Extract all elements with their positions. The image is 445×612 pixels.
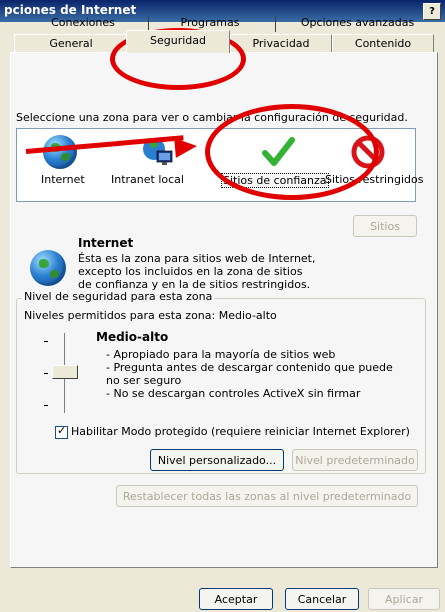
cancel-button[interactable]: Cancelar — [285, 588, 359, 610]
level-bullet: - Apropiado para la mayoría de sitios we… — [106, 348, 336, 361]
level-bullet: - No se descargan controles ActiveX sin … — [106, 387, 361, 400]
apply-button[interactable]: Aplicar — [368, 588, 440, 610]
protected-mode-checkbox[interactable]: ✓ — [55, 424, 68, 439]
zone-label: Internet — [41, 173, 85, 186]
security-slider-thumb[interactable] — [52, 365, 78, 379]
zone-description: Ésta es la zona para sitios web de Inter… — [78, 252, 316, 291]
tab-separator — [275, 16, 276, 32]
slider-tick — [44, 341, 48, 342]
tab-seguridad[interactable]: Seguridad — [126, 30, 230, 53]
slider-tick — [44, 405, 48, 406]
level-bullet: - Pregunta antes de descargar contenido … — [106, 361, 393, 387]
tab-general[interactable]: General — [14, 34, 128, 53]
group-label: Nivel de seguridad para esta zona — [22, 290, 215, 303]
slider-tick — [44, 373, 48, 374]
sites-button[interactable]: Sitios — [353, 215, 417, 237]
annotation-arrow-icon — [174, 136, 198, 158]
allowed-levels-text: Niveles permitidos para esta zona: Medio… — [24, 309, 277, 322]
check-mark-icon: ✓ — [57, 424, 67, 437]
default-level-button[interactable]: Nivel predeterminado — [292, 449, 418, 471]
zone-label: Intranet local — [111, 173, 184, 186]
level-name: Medio-alto — [96, 330, 169, 344]
ok-button[interactable]: Aceptar — [199, 588, 273, 610]
zone-internet[interactable]: Internet — [23, 129, 103, 201]
reset-all-zones-button[interactable]: Restablecer todas las zonas al nivel pre… — [116, 485, 418, 507]
protected-mode-label: Habilitar Modo protegido (requiere reini… — [71, 425, 410, 438]
internet-zone-icon — [30, 250, 66, 286]
tab-privacidad[interactable]: Privacidad — [230, 34, 332, 53]
custom-level-button[interactable]: Nivel personalizado... — [150, 449, 284, 471]
annotation-circle-zone — [205, 104, 379, 200]
tab-contenido[interactable]: Contenido — [332, 34, 434, 53]
tab-conexiones[interactable]: Conexiones — [38, 14, 128, 32]
zone-title: Internet — [78, 236, 134, 250]
help-button[interactable]: ? — [423, 3, 441, 20]
tab-opciones-avanzadas[interactable]: Opciones avanzadas — [290, 14, 425, 32]
